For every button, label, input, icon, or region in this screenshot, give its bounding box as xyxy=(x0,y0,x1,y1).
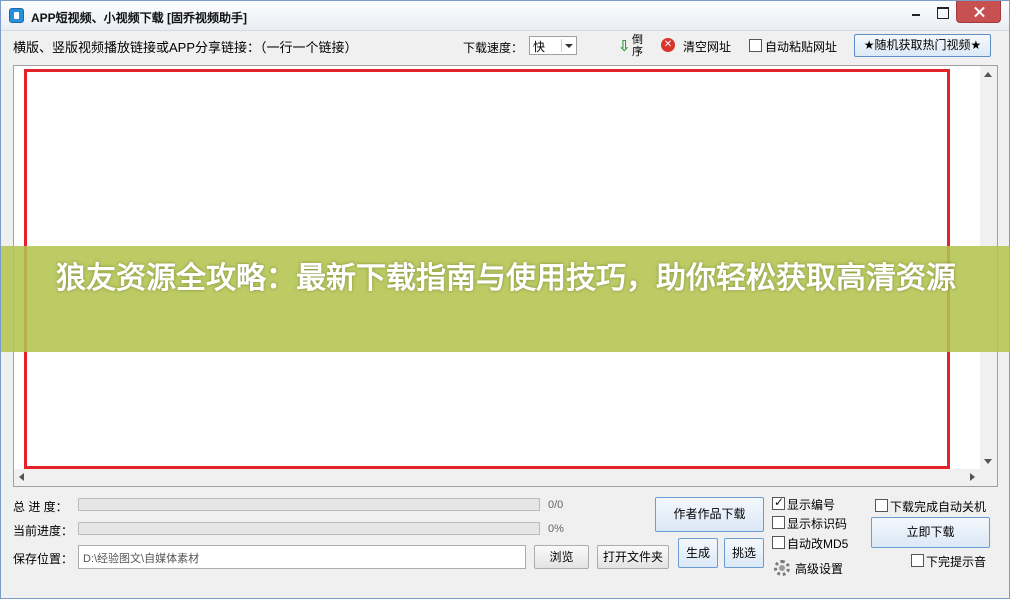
speed-label: 下载速度： xyxy=(463,41,524,55)
scroll-right-icon[interactable] xyxy=(970,473,975,481)
open-folder-button[interactable]: 打开文件夹 xyxy=(597,545,669,569)
overlay-banner: 狼友资源全攻略：最新下载指南与使用技巧，助你轻松获取高清资源 xyxy=(1,246,1010,352)
author-works-download-button[interactable]: 作者作品下载 xyxy=(655,497,764,532)
show-mark-checkbox[interactable] xyxy=(772,516,785,529)
scroll-up-icon[interactable] xyxy=(984,72,992,77)
banner-text: 狼友资源全攻略：最新下载指南与使用技巧，助你轻松获取高清资源 xyxy=(56,261,956,296)
close-button[interactable] xyxy=(956,1,1001,23)
app-window: APP短视频、小视频下载 [固乔视频助手] 横版、竖版视频播放链接或APP分享链… xyxy=(0,0,1010,599)
horizontal-scrollbar[interactable] xyxy=(14,469,980,486)
chevron-down-icon xyxy=(561,39,574,52)
auto-paste-label: 自动粘贴网址 xyxy=(765,40,838,54)
total-progress-bar xyxy=(78,498,540,511)
speed-select[interactable]: 快 xyxy=(529,36,577,55)
show-number-checkbox[interactable] xyxy=(772,495,785,510)
title-bar[interactable]: APP短视频、小视频下载 [固乔视频助手] xyxy=(1,1,1009,31)
auto-shutdown-checkbox[interactable] xyxy=(875,499,888,512)
current-progress-label: 当前进度： xyxy=(13,524,74,538)
done-sound-checkbox[interactable] xyxy=(911,554,924,567)
app-logo-icon xyxy=(9,8,24,23)
save-path-input[interactable]: D:\经验图文\自媒体素材 xyxy=(78,545,526,569)
download-now-button[interactable]: 立即下载 xyxy=(871,517,990,548)
auto-md5-checkbox[interactable] xyxy=(772,536,785,549)
done-sound-label: 下完提示音 xyxy=(926,555,987,569)
auto-paste-checkbox[interactable] xyxy=(749,39,762,52)
down-arrow-icon: ⇩ xyxy=(618,38,631,55)
url-input-label: 横版、竖版视频播放链接或APP分享链接：（一行一个链接） xyxy=(13,40,358,55)
reverse-order-button[interactable]: ⇩ 倒序 xyxy=(617,34,647,60)
total-progress-value: 0/0 xyxy=(548,499,564,511)
scroll-down-icon[interactable] xyxy=(984,459,992,464)
generate-button[interactable]: 生成 xyxy=(678,538,718,568)
minimize-button[interactable] xyxy=(902,1,928,23)
clear-urls-label: 清空网址 xyxy=(683,40,732,54)
auto-md5-label: 自动改MD5 xyxy=(787,537,849,551)
random-hot-videos-button[interactable]: ★随机获取热门视频★ xyxy=(854,34,991,57)
current-progress-value: 0% xyxy=(548,523,564,535)
total-progress-label: 总 进 度： xyxy=(13,500,68,514)
current-progress-bar xyxy=(78,522,540,535)
show-number-label: 显示编号 xyxy=(787,498,836,512)
scrollbar-corner xyxy=(980,469,997,486)
advanced-settings-link[interactable]: 高级设置 xyxy=(795,560,843,577)
window-title: APP短视频、小视频下载 [固乔视频助手] xyxy=(31,11,248,25)
auto-shutdown-label: 下载完成自动关机 xyxy=(890,500,987,514)
reverse-order-label: 倒序 xyxy=(632,34,643,58)
save-location-label: 保存位置： xyxy=(13,552,74,566)
pick-button[interactable]: 挑选 xyxy=(724,538,764,568)
show-mark-label: 显示标识码 xyxy=(787,517,848,531)
speed-selected-value: 快 xyxy=(533,40,546,54)
gear-icon[interactable] xyxy=(774,560,790,576)
clear-icon: ✕ xyxy=(661,38,675,52)
maximize-button[interactable] xyxy=(928,1,955,23)
browse-button[interactable]: 浏览 xyxy=(534,545,589,569)
scroll-left-icon[interactable] xyxy=(19,473,24,481)
